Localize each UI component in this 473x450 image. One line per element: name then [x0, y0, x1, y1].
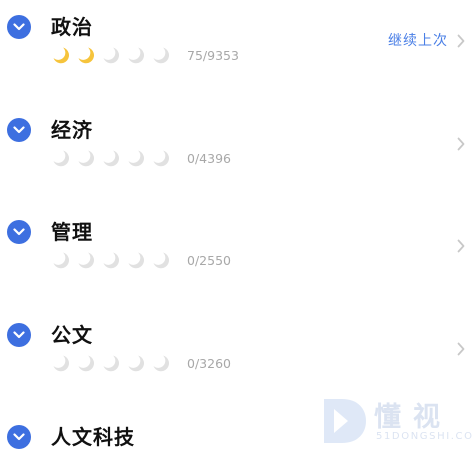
crescent-moon-icon: [52, 354, 70, 372]
crescent-moon-icon: [152, 251, 170, 269]
chevron-down-icon[interactable]: [7, 425, 31, 449]
question-count: 75/9353: [187, 48, 239, 63]
crescent-moon-icon: [77, 46, 95, 64]
crescent-moon-icon: [127, 46, 145, 64]
crescent-moon-icon: [102, 251, 120, 269]
chevron-right-icon[interactable]: [456, 239, 466, 253]
chevron-right-icon[interactable]: [456, 137, 466, 151]
progress-moons: [52, 354, 177, 372]
subject-list: 政治 75/9353 继续上次 经济 0/4396 管理 0/2550 公文 0…: [0, 0, 473, 450]
progress-moons: [52, 251, 177, 269]
watermark: 懂视 51DONGSHI.COM: [318, 393, 473, 450]
crescent-moon-icon: [127, 251, 145, 269]
crescent-moon-icon: [77, 149, 95, 167]
crescent-moon-icon: [52, 149, 70, 167]
watermark-logo-icon: [324, 399, 366, 443]
chevron-down-icon[interactable]: [7, 323, 31, 347]
chevron-down-icon[interactable]: [7, 15, 31, 39]
subject-title: 公文: [51, 323, 93, 347]
crescent-moon-icon: [102, 46, 120, 64]
chevron-down-icon[interactable]: [7, 220, 31, 244]
crescent-moon-icon: [77, 354, 95, 372]
subject-title: 管理: [51, 220, 93, 244]
progress-moons: [52, 46, 177, 64]
crescent-moon-icon: [77, 251, 95, 269]
chevron-right-icon[interactable]: [456, 34, 466, 48]
subject-row-economics[interactable]: 经济 0/4396: [0, 104, 473, 208]
crescent-moon-icon: [152, 46, 170, 64]
subject-title: 政治: [51, 15, 93, 39]
watermark-text: 懂视: [374, 402, 452, 433]
crescent-moon-icon: [102, 354, 120, 372]
crescent-moon-icon: [152, 149, 170, 167]
progress-moons: [52, 149, 177, 167]
chevron-down-icon[interactable]: [7, 118, 31, 142]
question-count: 0/2550: [187, 253, 231, 268]
subject-row-management[interactable]: 管理 0/2550: [0, 208, 473, 312]
crescent-moon-icon: [127, 354, 145, 372]
subject-title: 人文科技: [51, 425, 135, 449]
crescent-moon-icon: [52, 251, 70, 269]
watermark-domain: 51DONGSHI.COM: [376, 431, 473, 442]
crescent-moon-icon: [152, 354, 170, 372]
crescent-moon-icon: [127, 149, 145, 167]
subject-row-politics[interactable]: 政治 75/9353 继续上次: [0, 0, 473, 104]
crescent-moon-icon: [102, 149, 120, 167]
question-count: 0/4396: [187, 151, 231, 166]
crescent-moon-icon: [52, 46, 70, 64]
question-count: 0/3260: [187, 356, 231, 371]
subject-title: 经济: [51, 118, 93, 142]
continue-last-link[interactable]: 继续上次: [388, 32, 448, 50]
chevron-right-icon[interactable]: [456, 342, 466, 356]
